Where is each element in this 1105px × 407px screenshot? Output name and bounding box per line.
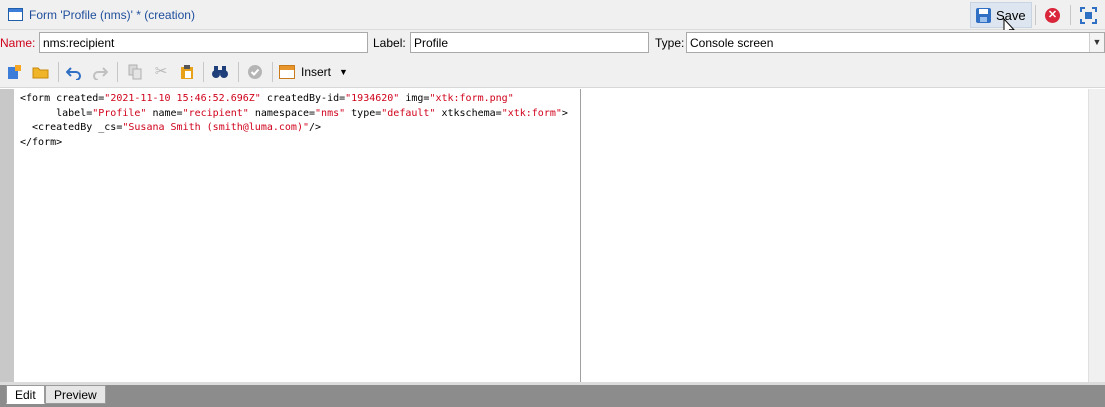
window-icon — [8, 8, 23, 21]
close-icon[interactable]: ✕ — [1045, 8, 1060, 23]
insert-button[interactable]: Insert ▼ — [279, 62, 348, 82]
undo-icon[interactable] — [65, 63, 83, 81]
toolbar-separator — [203, 62, 204, 82]
toolbar-separator — [58, 62, 59, 82]
type-label: Type: — [655, 36, 685, 50]
toolbar-separator — [238, 62, 239, 82]
code-line: <form created="2021-11-10 15:46:52.696Z"… — [20, 92, 568, 107]
attribute-value: "xtk:form.png" — [429, 93, 514, 104]
type-select[interactable]: Console screen ▼ — [686, 32, 1105, 53]
view-tabs: Edit Preview — [0, 382, 1105, 407]
title-separator-2 — [1070, 5, 1071, 25]
paste-icon[interactable] — [178, 63, 196, 81]
attribute-value: "xtk:form" — [501, 107, 562, 119]
save-disk-icon — [976, 7, 991, 23]
window-title: Form 'Profile (nms)' * (creation) — [29, 8, 195, 22]
markup-token: createdBy-id= — [260, 93, 346, 104]
attribute-value: "Profile" — [92, 107, 147, 119]
open-folder-icon[interactable] — [32, 63, 50, 81]
title-bar: Form 'Profile (nms)' * (creation) Save ✕ — [0, 0, 1105, 38]
editor-gutter — [0, 89, 14, 382]
tab-edit[interactable]: Edit — [6, 385, 45, 404]
type-selected-value: Console screen — [690, 36, 774, 50]
toolbar-separator — [272, 62, 273, 82]
markup-token: type= — [345, 107, 382, 119]
chevron-down-icon[interactable]: ▼ — [1089, 33, 1104, 52]
markup-token: > — [561, 107, 568, 119]
maximize-icon[interactable] — [1080, 7, 1097, 24]
code-line: </form> — [20, 136, 568, 151]
markup-token: xtkschema= — [435, 107, 502, 119]
xml-source[interactable]: <form created="2021-11-10 15:46:52.696Z"… — [20, 92, 568, 150]
markup-token: <form created= — [20, 93, 105, 104]
code-line: label="Profile" name="recipient" namespa… — [20, 107, 568, 122]
editor-toolbar: ✂ Insert ▼ — [0, 56, 1105, 88]
toolbar-separator — [117, 62, 118, 82]
cut-icon[interactable]: ✂ — [152, 63, 170, 81]
save-button[interactable]: Save — [970, 2, 1032, 28]
caret-down-icon: ▼ — [339, 67, 348, 77]
tab-preview[interactable]: Preview — [45, 385, 106, 404]
label-label: Label: — [373, 36, 406, 50]
markup-token: img= — [399, 93, 430, 104]
xml-editor[interactable]: <form created="2021-11-10 15:46:52.696Z"… — [0, 89, 1105, 382]
find-binoculars-icon[interactable] — [211, 63, 229, 81]
check-icon[interactable] — [246, 63, 264, 81]
attribute-value: "recipient" — [182, 107, 249, 119]
attribute-value: "nms" — [315, 107, 346, 119]
code-line: <createdBy _cs="Susana Smith (smith@luma… — [20, 121, 568, 136]
insert-label: Insert — [301, 65, 332, 79]
markup-token: </form> — [20, 136, 63, 148]
name-label: Name: — [0, 36, 36, 50]
right-margin-line — [580, 89, 581, 382]
copy-icon[interactable] — [126, 63, 144, 81]
label-field[interactable] — [410, 32, 649, 53]
name-field[interactable] — [39, 32, 368, 53]
markup-token: name= — [146, 107, 183, 119]
form-properties-row: Name: Label: Type: Console screen ▼ — [0, 30, 1105, 56]
attribute-value: "2021-11-10 15:46:52.696Z" — [104, 93, 261, 104]
markup-token: namespace= — [248, 107, 316, 119]
markup-token: label= — [20, 107, 93, 119]
new-icon[interactable] — [5, 63, 23, 81]
attribute-value: "Susana Smith (smith@luma.com)" — [122, 122, 309, 133]
redo-icon[interactable] — [91, 63, 109, 81]
title-separator — [1035, 5, 1036, 25]
vertical-scrollbar[interactable] — [1088, 89, 1105, 382]
attribute-value: "1934620" — [345, 93, 400, 104]
attribute-value: "default" — [381, 107, 436, 119]
markup-token: /> — [309, 122, 322, 133]
insert-icon — [279, 65, 295, 79]
markup-token: <createdBy _cs= — [20, 122, 123, 133]
